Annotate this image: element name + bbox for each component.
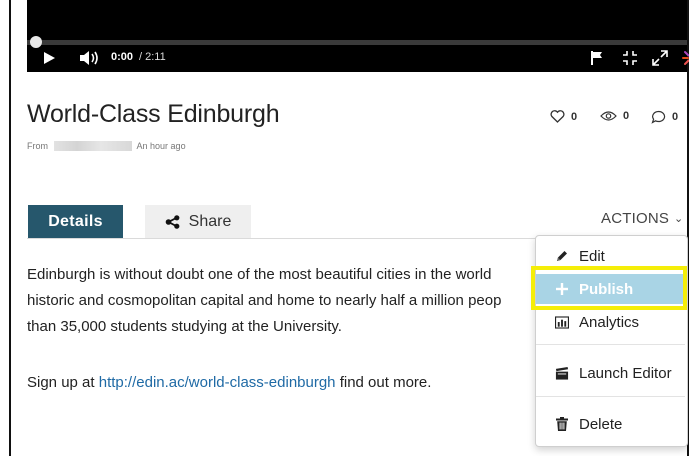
- from-label: From: [27, 141, 48, 151]
- menu-item-label: Edit: [579, 247, 605, 265]
- page-title: World-Class Edinburgh: [27, 100, 280, 128]
- menu-divider: [536, 344, 685, 345]
- views-stat: 0: [600, 110, 629, 122]
- total-time: / 2:11: [139, 51, 166, 63]
- heart-icon: [550, 110, 565, 123]
- tab-details[interactable]: Details: [28, 205, 123, 238]
- likes-count: 0: [571, 110, 578, 123]
- upload-time: An hour ago: [136, 141, 186, 151]
- menu-item-analytics[interactable]: Analytics: [536, 307, 687, 337]
- menu-item-launch-editor[interactable]: Launch Editor: [536, 358, 687, 388]
- signup-prefix: Sign up at: [27, 374, 95, 391]
- tab-share[interactable]: Share: [145, 205, 251, 238]
- current-time: 0:00: [111, 51, 134, 63]
- play-icon[interactable]: [44, 52, 55, 64]
- flag-icon[interactable]: [590, 50, 604, 66]
- actions-button[interactable]: ACTIONS: [601, 210, 669, 227]
- description-line: Edinburgh is without doubt one of the mo…: [27, 266, 492, 283]
- menu-item-delete[interactable]: Delete: [536, 409, 687, 439]
- description-line: than 35,000 students studying at the Uni…: [27, 318, 342, 335]
- bar-chart-icon: [555, 315, 569, 329]
- description-line: historic and cosmopolitan capital and ho…: [27, 292, 502, 309]
- pencil-icon: [555, 249, 569, 263]
- entry-meta: From An hour ago: [27, 141, 186, 151]
- progress-scrubber[interactable]: [30, 36, 42, 48]
- publish-highlight-box: [531, 266, 687, 310]
- entry-description: Edinburgh is without doubt one of the mo…: [27, 262, 547, 340]
- chevron-down-icon[interactable]: ⌄: [674, 212, 683, 225]
- comments-stat[interactable]: 0: [651, 110, 678, 124]
- eye-icon: [600, 111, 617, 121]
- menu-divider: [536, 396, 685, 397]
- clapperboard-icon: [555, 366, 569, 380]
- signup-suffix: find out more.: [339, 374, 432, 391]
- trash-icon: [555, 417, 569, 431]
- likes-stat[interactable]: 0: [550, 110, 577, 123]
- window-border-left: [9, 0, 11, 456]
- menu-item-label: Delete: [579, 415, 623, 433]
- tab-share-label: Share: [188, 213, 232, 230]
- signup-text: Sign up at http://edin.ac/world-class-ed…: [27, 374, 431, 391]
- share-icon: [165, 214, 180, 229]
- fullscreen-icon[interactable]: [652, 50, 668, 66]
- menu-item-label: Analytics: [579, 313, 640, 331]
- signup-link[interactable]: http://edin.ac/world-class-edinburgh: [99, 374, 336, 391]
- comment-icon: [651, 110, 666, 124]
- fit-screen-icon[interactable]: [622, 50, 638, 66]
- volume-icon[interactable]: [79, 50, 101, 66]
- comments-count: 0: [672, 111, 679, 123]
- kaltura-logo-icon: [682, 51, 689, 65]
- video-player[interactable]: 0:00 / 2:11: [27, 0, 689, 72]
- menu-item-label: Launch Editor: [579, 364, 672, 382]
- progress-bar[interactable]: [27, 40, 687, 45]
- author-name-redacted[interactable]: [53, 141, 132, 151]
- views-count: 0: [623, 110, 630, 122]
